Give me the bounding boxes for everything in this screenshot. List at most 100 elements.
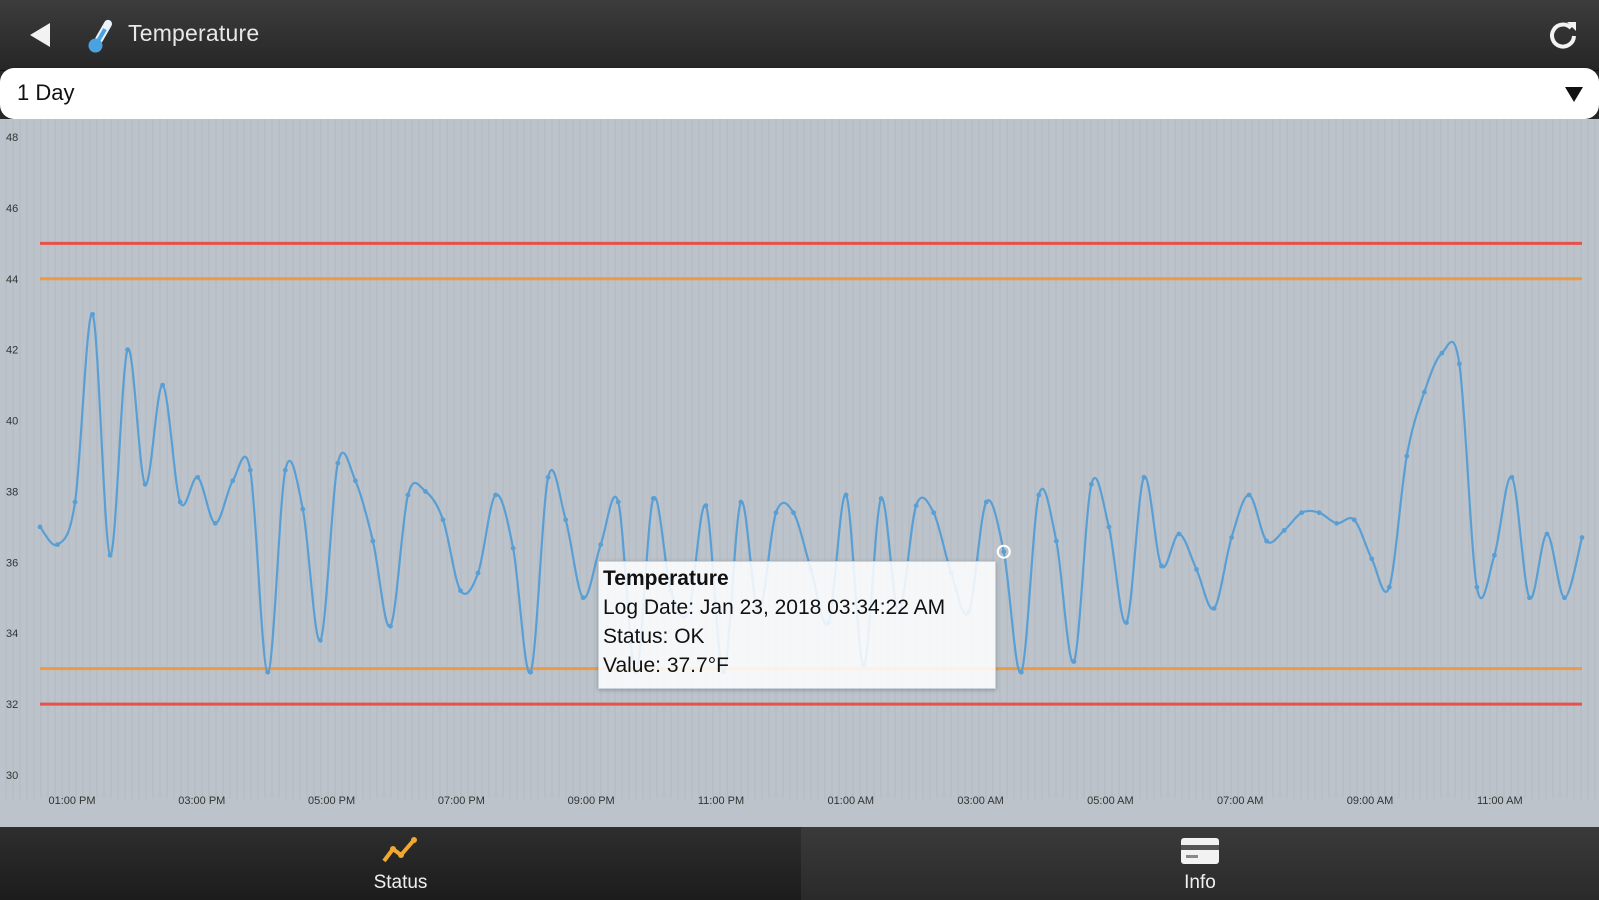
trend-line-icon <box>381 837 417 863</box>
y-tick-label: 30 <box>6 770 18 782</box>
y-tick-label: 38 <box>6 486 18 498</box>
tab-status-label: Status <box>373 872 428 893</box>
data-point <box>1579 535 1585 540</box>
back-arrow-icon[interactable] <box>16 14 60 56</box>
data-point <box>107 552 113 558</box>
caret-down-icon <box>1565 87 1583 102</box>
y-tick-label: 32 <box>6 699 18 711</box>
data-point <box>177 499 183 505</box>
tooltip-status: Status: OK <box>603 625 705 648</box>
x-tick-label: 11:00 PM <box>698 795 744 807</box>
data-point <box>1229 535 1234 540</box>
data-point <box>1281 528 1287 533</box>
temperature-chart[interactable]: 30 32 34 36 38 40 42 44 46 48 01:00 PM 03:00 PM 05:… <box>0 119 1599 827</box>
data-point <box>1562 595 1567 601</box>
data-point <box>1246 492 1252 498</box>
data-point <box>300 506 306 512</box>
data-point <box>1071 659 1077 664</box>
x-tick-label: 07:00 AM <box>1217 795 1263 807</box>
data-point <box>493 492 498 498</box>
y-tick-label: 44 <box>6 274 18 286</box>
y-tick-label: 48 <box>6 132 18 144</box>
data-point <box>1053 538 1059 544</box>
data-point <box>843 492 849 498</box>
data-point <box>931 510 937 516</box>
data-point <box>212 520 218 526</box>
data-point <box>195 474 201 480</box>
y-tick-label: 42 <box>6 345 18 357</box>
data-point <box>615 499 621 505</box>
data-point <box>773 510 779 516</box>
data-point <box>230 478 236 484</box>
data-point <box>1404 453 1410 459</box>
data-point <box>142 481 148 487</box>
grid-lines <box>5 119 1596 799</box>
data-point <box>317 637 323 643</box>
page-title: Temperature <box>128 20 260 46</box>
data-point <box>1299 510 1305 516</box>
tooltip-title: Temperature <box>603 567 729 590</box>
data-point <box>1036 492 1042 498</box>
data-point <box>370 538 376 544</box>
data-point <box>1474 584 1480 590</box>
x-tick-label: 09:00 AM <box>1347 795 1393 807</box>
y-tick-label: 46 <box>6 203 18 215</box>
data-point <box>913 503 919 509</box>
data-tooltip: Temperature Log Date: Jan 23, 2018 03:34… <box>598 561 996 689</box>
tab-status[interactable]: Status <box>0 827 801 900</box>
data-point <box>510 545 516 551</box>
data-point <box>1159 563 1164 569</box>
data-point <box>405 492 411 498</box>
range-selected-value: 1 Day <box>17 80 75 105</box>
data-point <box>1369 556 1375 562</box>
data-point <box>878 496 884 501</box>
y-tick-label: 40 <box>6 416 18 428</box>
x-tick-label: 01:00 AM <box>828 795 874 807</box>
data-point <box>650 496 656 501</box>
tab-info[interactable]: Info <box>801 827 1599 900</box>
data-point <box>458 588 463 594</box>
x-tick-label: 03:00 AM <box>957 795 1003 807</box>
vertical-grid <box>5 119 1596 799</box>
data-point <box>1194 567 1199 572</box>
top-bar: Temperature <box>0 0 1599 71</box>
data-point <box>738 499 744 505</box>
data-point <box>528 669 534 675</box>
thermometer-icon <box>88 19 112 53</box>
data-point <box>1316 510 1322 516</box>
data-point <box>1176 531 1182 537</box>
data-point <box>598 542 604 548</box>
data-point <box>1018 669 1024 675</box>
data-point <box>545 474 551 480</box>
refresh-icon[interactable] <box>1543 16 1583 56</box>
x-tick-label: 03:00 PM <box>178 795 225 807</box>
range-dropdown[interactable]: 1 Day <box>0 68 1599 119</box>
data-point <box>1456 361 1462 367</box>
data-point <box>55 542 60 548</box>
data-point <box>282 467 288 473</box>
data-point <box>563 517 569 523</box>
data-point <box>1001 549 1007 555</box>
data-point <box>440 517 446 523</box>
card-icon <box>1181 838 1219 864</box>
data-point <box>1439 350 1445 356</box>
data-point <box>353 478 358 484</box>
data-point <box>423 489 428 494</box>
data-point <box>1509 474 1515 480</box>
data-point <box>160 382 166 388</box>
data-point <box>125 347 131 353</box>
data-point <box>1088 481 1094 487</box>
y-tick-label: 34 <box>6 628 18 640</box>
data-point <box>247 467 253 473</box>
data-point <box>1211 606 1217 611</box>
data-point <box>791 510 796 516</box>
data-point <box>1544 531 1550 537</box>
x-tick-label: 05:00 AM <box>1087 795 1133 807</box>
tooltip-log-date: Log Date: Jan 23, 2018 03:34:22 AM <box>603 596 946 619</box>
data-point <box>1491 552 1497 558</box>
data-point <box>72 499 78 505</box>
data-point <box>983 499 989 505</box>
x-tick-label: 07:00 PM <box>438 795 485 807</box>
x-tick-label: 01:00 PM <box>48 795 95 807</box>
data-point <box>1334 520 1340 526</box>
